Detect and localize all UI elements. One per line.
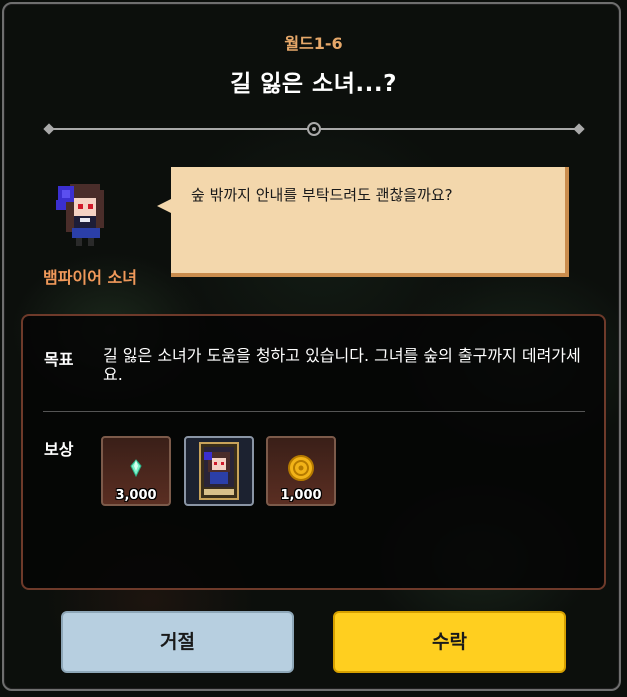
- goal-description: 길 잃은 소녀가 도움을 청하고 있습니다. 그녀를 숲의 출구까지 데려가세요…: [103, 346, 581, 384]
- reward-hero-card[interactable]: [184, 436, 254, 506]
- reward-amount: 3,000: [115, 488, 157, 503]
- gold-coin-icon: [288, 455, 314, 481]
- quest-title: 길 잃은 소녀...?: [230, 71, 397, 97]
- dialogue-text: 숲 밖까지 안내를 부탁드려도 괜찮을까요?: [191, 186, 453, 204]
- section-divider: [43, 411, 585, 412]
- dialogue-bubble: 숲 밖까지 안내를 부탁드려도 괜찮을까요?: [157, 167, 569, 277]
- npc-name: 뱀파이어 소녀: [43, 268, 137, 287]
- reject-button[interactable]: 거절: [61, 611, 294, 673]
- reward-amount: 1,000: [280, 488, 322, 503]
- reward-gem[interactable]: 3,000: [101, 436, 171, 506]
- vampire-girl-portrait: [56, 184, 104, 246]
- title-divider: [43, 122, 585, 136]
- divider-center-ornament: [307, 122, 321, 136]
- reward-label: 보상: [44, 440, 74, 459]
- goal-label: 목표: [44, 350, 74, 369]
- accept-button[interactable]: 수락: [333, 611, 566, 673]
- world-label: 월드1-6: [284, 34, 343, 53]
- quest-details-panel: 목표 길 잃은 소녀가 도움을 청하고 있습니다. 그녀를 숲의 출구까지 데려…: [21, 314, 606, 590]
- hero-card-icon: [199, 442, 239, 500]
- reward-gold-coin[interactable]: 1,000: [266, 436, 336, 506]
- gem-icon: [130, 459, 142, 478]
